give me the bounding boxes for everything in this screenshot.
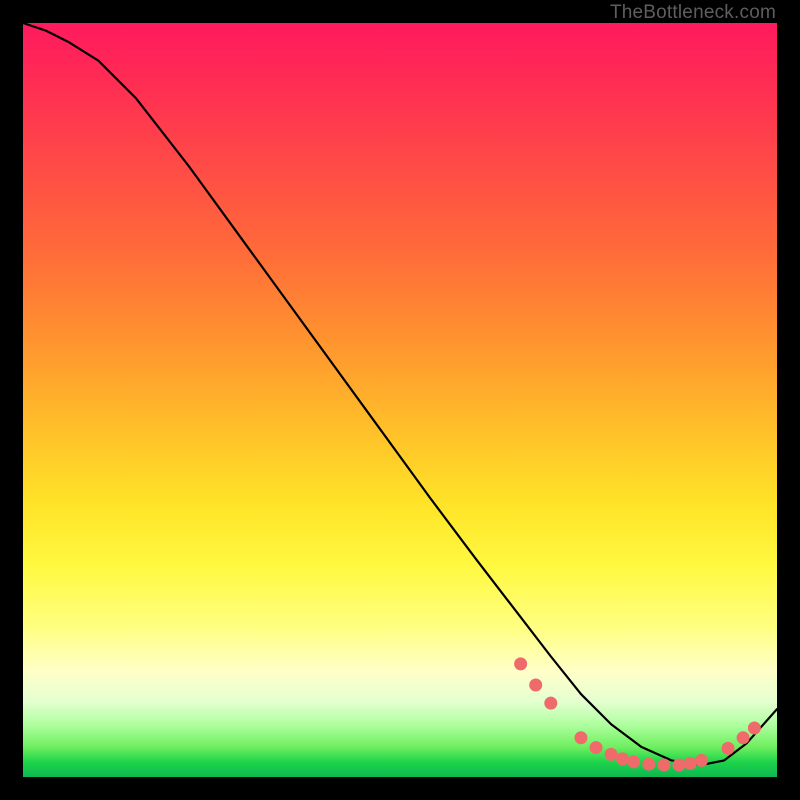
marker-dot: [721, 742, 734, 755]
curve-svg: [23, 23, 777, 777]
marker-dot: [605, 748, 618, 761]
marker-dot: [529, 679, 542, 692]
marker-dot: [748, 721, 761, 734]
marker-dot: [684, 757, 697, 770]
marker-dot: [514, 657, 527, 670]
marker-dot: [695, 754, 708, 767]
bottleneck-curve: [23, 23, 777, 765]
marker-dot: [574, 731, 587, 744]
marker-dot: [616, 752, 629, 765]
marker-dot: [672, 758, 685, 771]
credit-text: TheBottleneck.com: [610, 2, 776, 24]
chart-container: TheBottleneck.com: [0, 0, 800, 800]
plot-area: [23, 23, 777, 777]
marker-dot: [642, 758, 655, 771]
marker-dot: [627, 755, 640, 768]
marker-dot: [590, 741, 603, 754]
marker-dot: [657, 758, 670, 771]
marker-dot: [544, 697, 557, 710]
marker-dots: [514, 657, 761, 771]
marker-dot: [737, 731, 750, 744]
